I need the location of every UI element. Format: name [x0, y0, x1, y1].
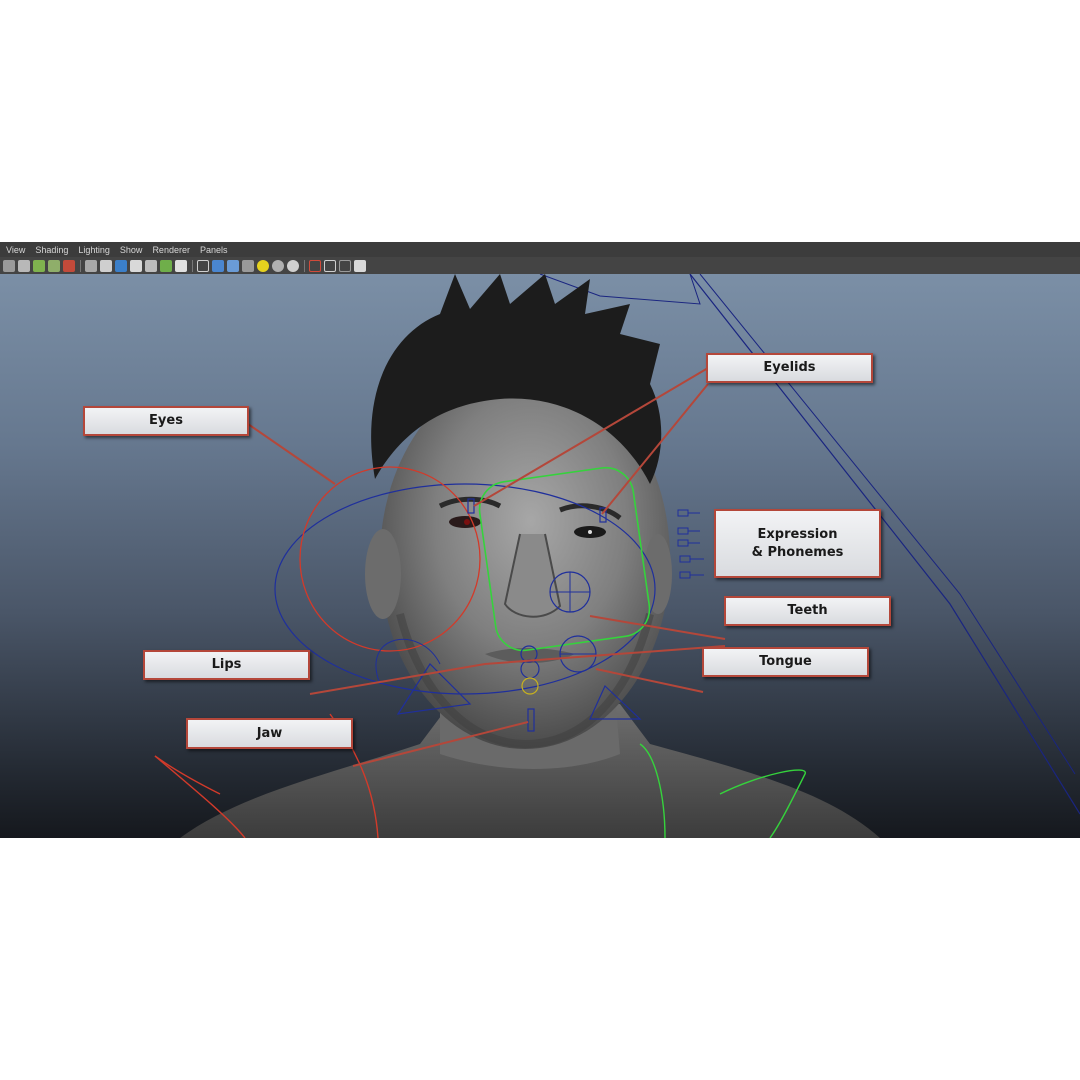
shadows-icon[interactable]: [272, 259, 284, 272]
xray-icon[interactable]: [324, 259, 336, 272]
menu-shading[interactable]: Shading: [35, 245, 68, 255]
bookmark-icon[interactable]: [33, 259, 45, 272]
callout-eyes: Eyes: [83, 406, 249, 436]
callout-expression-phonemes: Expression & Phonemes: [714, 509, 881, 578]
field-chart-icon[interactable]: [145, 259, 157, 272]
callout-tongue-label: Tongue: [759, 654, 812, 669]
camera-select-icon[interactable]: [3, 259, 15, 272]
callout-eyelids-label: Eyelids: [763, 360, 816, 375]
resolution-gate-icon[interactable]: [115, 259, 127, 272]
panel-toolbar: [0, 257, 1080, 274]
menu-renderer[interactable]: Renderer: [152, 245, 190, 255]
menu-view[interactable]: View: [6, 245, 25, 255]
callout-teeth-label: Teeth: [787, 603, 828, 618]
gate-mask-icon[interactable]: [130, 259, 142, 272]
xray-active-icon[interactable]: [354, 259, 366, 272]
callout-lips: Lips: [143, 650, 310, 680]
2d-pan-zoom-icon[interactable]: [63, 259, 75, 272]
grid-icon[interactable]: [85, 259, 97, 272]
film-gate-icon[interactable]: [100, 259, 112, 272]
callout-eyelids: Eyelids: [706, 353, 873, 383]
toolbar-separator: [80, 259, 81, 272]
character-ear-left: [365, 529, 401, 619]
expression-sliders: [677, 509, 704, 579]
callout-jaw: Jaw: [186, 718, 353, 749]
camera-attributes-icon[interactable]: [18, 259, 30, 272]
isolate-select-icon[interactable]: [309, 259, 321, 272]
callout-eyes-label: Eyes: [149, 413, 183, 428]
maya-viewport-panel: View Shading Lighting Show Renderer Pane…: [0, 242, 1080, 838]
callout-jaw-label: Jaw: [256, 725, 283, 741]
smooth-shade-icon[interactable]: [212, 259, 224, 272]
wireframe-icon[interactable]: [197, 259, 209, 272]
textured-icon[interactable]: [242, 259, 254, 272]
callout-teeth: Teeth: [724, 596, 891, 626]
callout-lips-label: Lips: [211, 657, 242, 672]
toolbar-separator: [192, 259, 193, 272]
safe-action-icon[interactable]: [160, 259, 172, 272]
screen-space-ao-icon[interactable]: [287, 259, 299, 272]
callout-tongue: Tongue: [702, 647, 869, 677]
callout-expression-label: Expression & Phonemes: [751, 526, 844, 560]
shaded-wireframe-icon[interactable]: [227, 259, 239, 272]
menu-show[interactable]: Show: [120, 245, 143, 255]
scene-render: [154, 274, 1080, 838]
safe-title-icon[interactable]: [175, 259, 187, 272]
menu-panels[interactable]: Panels: [200, 245, 228, 255]
toolbar-separator: [304, 259, 305, 272]
menu-lighting[interactable]: Lighting: [78, 245, 110, 255]
leader-eyes: [247, 423, 336, 485]
image-plane-icon[interactable]: [48, 259, 60, 272]
xray-joints-icon[interactable]: [339, 259, 351, 272]
3d-viewport[interactable]: [0, 274, 1080, 838]
use-all-lights-icon[interactable]: [257, 259, 269, 272]
panel-menu-bar: View Shading Lighting Show Renderer Pane…: [0, 242, 1080, 257]
